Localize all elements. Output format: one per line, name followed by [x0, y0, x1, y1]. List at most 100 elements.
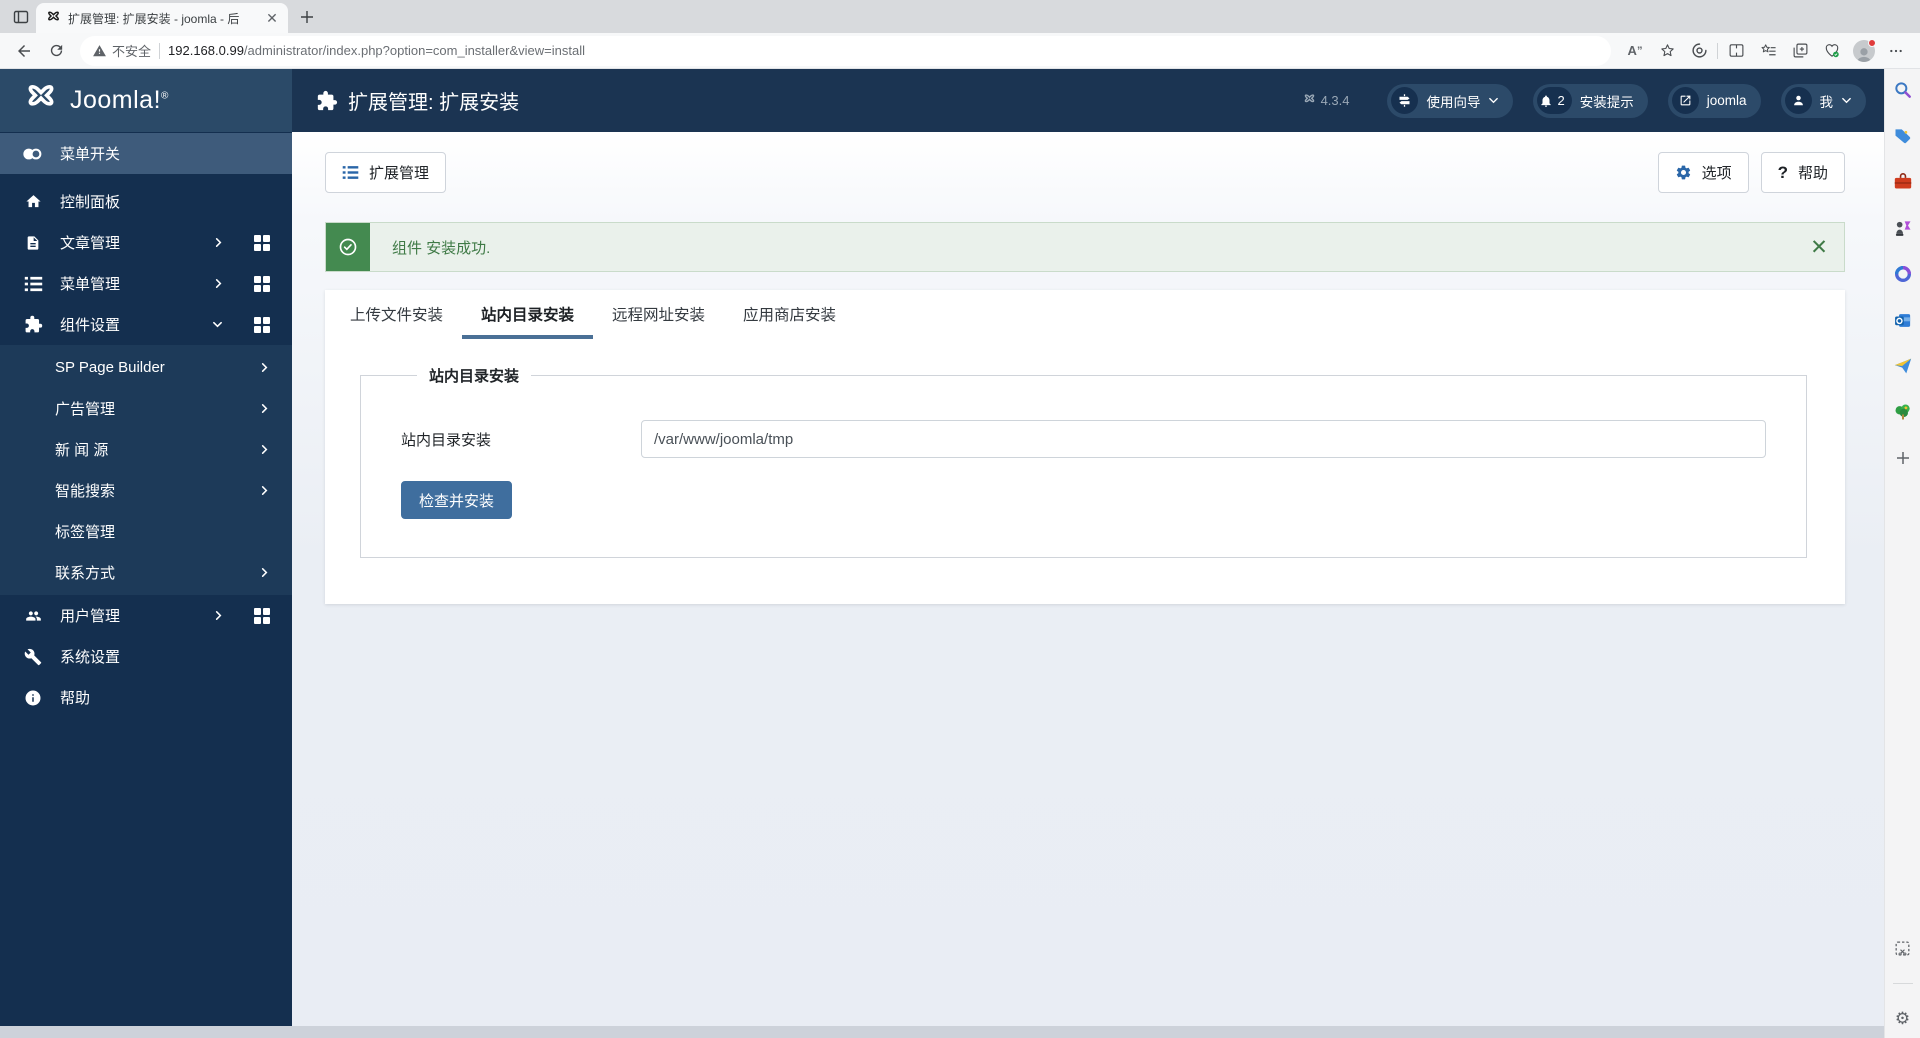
edge-settings-gear-icon[interactable]: ⚙	[1892, 1008, 1914, 1030]
submenu-item-news-feeds[interactable]: 新 闻 源	[0, 429, 292, 470]
games-icon[interactable]	[1892, 217, 1914, 239]
horizontal-scrollbar[interactable]	[0, 1026, 1884, 1038]
manage-extensions-button[interactable]: 扩展管理	[325, 152, 447, 193]
chevron-right-icon	[213, 236, 224, 249]
sidebar-item-menu-toggle[interactable]: 菜单开关	[0, 133, 292, 174]
help-button[interactable]: ? 帮助	[1760, 152, 1845, 193]
drop-icon[interactable]	[1892, 355, 1914, 377]
search-icon[interactable]	[1892, 79, 1914, 101]
sidebar-item-system[interactable]: 系统设置	[0, 636, 292, 677]
toolbar-divider	[1717, 42, 1718, 59]
tree-icon[interactable]	[1892, 401, 1914, 423]
outlook-icon[interactable]	[1892, 309, 1914, 331]
users-icon	[22, 608, 44, 624]
install-tabs: 上传文件安装 站内目录安装 远程网址安装 应用商店安装	[325, 290, 1845, 339]
url-text: 192.168.0.99/administrator/index.php?opt…	[168, 43, 585, 58]
profile-avatar[interactable]	[1850, 37, 1878, 65]
list-icon	[22, 276, 44, 292]
install-folder-input[interactable]	[641, 420, 1766, 458]
more-menu-icon[interactable]	[1882, 37, 1910, 65]
gear-icon	[1676, 165, 1690, 180]
options-button[interactable]: 选项	[1657, 152, 1749, 193]
sidebar-item-help[interactable]: 帮助	[0, 677, 292, 718]
folder-field-label: 站内目录安装	[401, 431, 492, 449]
edge-sidebar: ⚙	[1884, 69, 1920, 1038]
sidebar-item-content[interactable]: 文章管理	[0, 222, 292, 263]
chevron-right-icon	[259, 402, 270, 415]
dashboard-grid-icon[interactable]	[254, 275, 270, 292]
sidebar-item-users[interactable]: 用户管理	[0, 595, 292, 636]
submenu-item-banners[interactable]: 广告管理	[0, 388, 292, 429]
joomla-logo-icon	[28, 84, 54, 106]
signpost-icon	[1391, 87, 1419, 114]
install-fieldset: 站内目录安装 站内目录安装 检查并安装	[360, 365, 1807, 558]
view-site-button[interactable]: joomla	[1667, 83, 1761, 118]
add-tab-to-collection-icon[interactable]	[1786, 37, 1814, 65]
m365-icon[interactable]	[1892, 263, 1914, 285]
browser-tab-strip: 扩展管理: 扩展安装 - joomla - 后 ✕	[0, 0, 1920, 33]
sidebar-item-menus[interactable]: 菜单管理	[0, 263, 292, 304]
main-content: 扩展管理 选项 ? 帮助 组件 安装成功. ✕ 上传文件安装 站内目录安装 远程…	[292, 132, 1884, 1026]
alert-close-icon[interactable]: ✕	[1794, 223, 1844, 271]
warning-icon	[93, 44, 106, 56]
chevron-down-icon	[1842, 97, 1851, 104]
check-and-install-button[interactable]: 检查并安装	[401, 481, 513, 519]
sidebar-item-components[interactable]: 组件设置	[0, 304, 292, 345]
user-menu-button[interactable]: 我	[1780, 83, 1866, 118]
install-card: 上传文件安装 站内目录安装 远程网址安装 应用商店安装 站内目录安装 站内目录安…	[325, 290, 1845, 604]
joomla-version: 4.3.4	[1303, 93, 1349, 108]
read-aloud-icon[interactable]: A	[1621, 37, 1649, 65]
profile-notification-dot	[1868, 38, 1876, 47]
tools-icon[interactable]	[1892, 171, 1914, 193]
post-install-messages-button[interactable]: 2 安装提示	[1533, 83, 1648, 118]
dashboard-grid-icon[interactable]	[254, 316, 270, 333]
web-capture-icon[interactable]	[1892, 937, 1914, 959]
favorite-star-icon[interactable]	[1653, 37, 1681, 65]
check-circle-icon	[326, 223, 370, 271]
wrench-icon	[22, 648, 44, 666]
submenu-item-tags[interactable]: 标签管理	[0, 511, 292, 552]
chevron-right-icon	[259, 566, 270, 579]
browser-tab[interactable]: 扩展管理: 扩展安装 - joomla - 后 ✕	[36, 3, 288, 33]
page-title: 扩展管理: 扩展安装	[348, 92, 520, 114]
tab-install-from-folder[interactable]: 站内目录安装	[462, 290, 594, 339]
user-guide-button[interactable]: 使用向导	[1387, 83, 1514, 118]
browser-essentials-icon[interactable]	[1818, 37, 1846, 65]
components-submenu: SP Page Builder 广告管理 新 闻 源 智能搜索 标签管理 联系方…	[0, 345, 292, 595]
back-icon[interactable]	[10, 37, 38, 65]
dashboard-grid-icon[interactable]	[254, 234, 270, 251]
sidebar-item-dashboard[interactable]: 控制面板	[0, 181, 292, 222]
refresh-icon[interactable]	[42, 37, 70, 65]
chevron-right-icon	[259, 484, 270, 497]
collections-icon[interactable]	[1754, 37, 1782, 65]
split-screen-icon[interactable]	[1722, 37, 1750, 65]
joomla-logo[interactable]: Joomla!®	[0, 69, 292, 132]
tab-close-icon[interactable]: ✕	[264, 10, 280, 26]
user-icon	[1784, 87, 1812, 114]
article-icon	[22, 234, 44, 252]
new-tab-button[interactable]	[294, 4, 320, 30]
add-sidebar-item-icon[interactable]	[1892, 447, 1914, 469]
chevron-right-icon	[259, 361, 270, 374]
browser-toolbar: 不安全 192.168.0.99/administrator/index.php…	[0, 33, 1920, 69]
dashboard-grid-icon[interactable]	[254, 607, 270, 624]
address-bar[interactable]: 不安全 192.168.0.99/administrator/index.php…	[80, 35, 1611, 66]
admin-sidebar: 菜单开关 控制面板 文章管理 菜单管理 组件设置 SP Page Builder…	[0, 132, 292, 1026]
home-icon	[22, 193, 44, 210]
tab-actions-menu-icon[interactable]	[6, 4, 36, 30]
shopping-icon[interactable]	[1892, 125, 1914, 147]
submenu-item-smart-search[interactable]: 智能搜索	[0, 470, 292, 511]
submenu-item-sp-page-builder[interactable]: SP Page Builder	[0, 347, 292, 388]
content-toolbar: 扩展管理 选项 ? 帮助	[292, 132, 1884, 209]
admin-header: Joomla!® 扩展管理: 扩展安装 4.3.4 使用向导 2 安装提示 jo…	[0, 69, 1884, 132]
tab-install-from-web[interactable]: 应用商店安装	[724, 290, 855, 339]
address-divider	[159, 42, 161, 59]
not-secure-indicator[interactable]: 不安全	[92, 41, 151, 60]
alert-message: 组件 安装成功.	[392, 239, 491, 257]
edge-sidebar-divider	[1892, 983, 1913, 984]
tab-upload-package[interactable]: 上传文件安装	[331, 290, 462, 339]
tab-install-from-url[interactable]: 远程网址安装	[593, 290, 724, 339]
copilot-icon[interactable]	[1685, 37, 1713, 65]
submenu-item-contacts[interactable]: 联系方式	[0, 552, 292, 593]
puzzle-icon	[317, 90, 338, 110]
